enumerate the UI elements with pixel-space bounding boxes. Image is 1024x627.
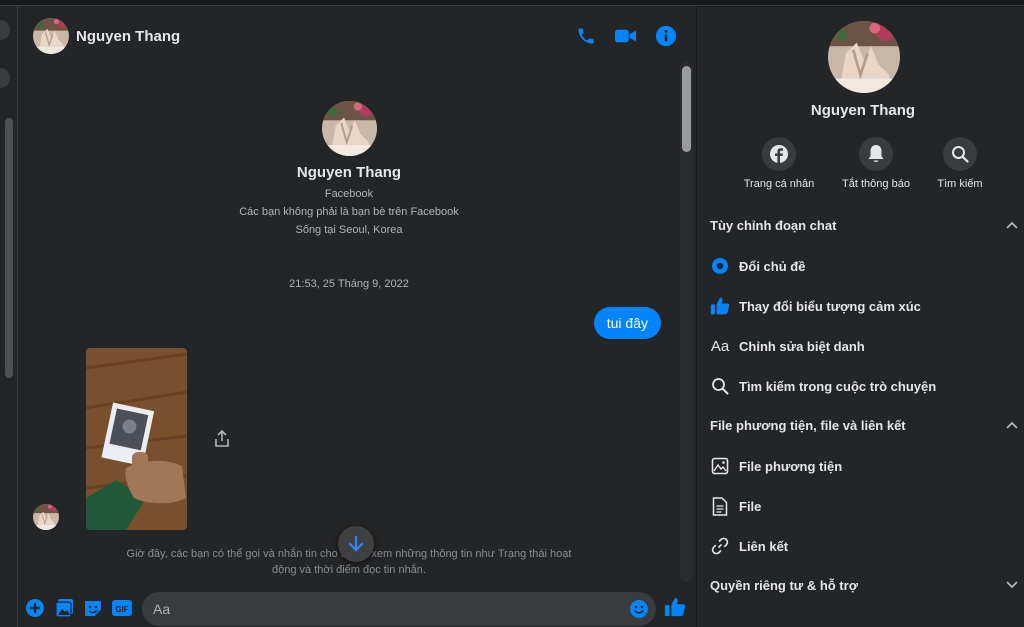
avatar[interactable] [828,21,900,93]
intro-source: Facebook [324,188,374,200]
option-label: Chỉnh sửa biệt danh [739,338,865,354]
file-icon [710,496,730,516]
section-title: Quyền riêng tư & hỗ trợ [710,577,858,593]
section-title: Tùy chỉnh đoạn chat [710,217,837,233]
chat-panel: Nguyen Thang Nguyen Thang Facebook Các b… [18,0,696,627]
sticker-icon[interactable] [83,598,103,618]
option-edit-nickname[interactable]: Aa Chỉnh sửa biệt danh [710,332,1018,360]
option-change-emoji[interactable]: Thay đổi biểu tượng cảm xúc [710,292,1018,320]
left-nav-button[interactable] [0,20,10,40]
share-icon[interactable] [214,429,230,448]
section-customize-chat[interactable]: Tùy chỉnh đoạn chat [710,213,1018,237]
outgoing-message[interactable]: tui đây [593,307,661,339]
like-icon[interactable] [664,596,686,618]
message-list: Nguyen Thang Facebook Các bạn không phải… [18,66,696,580]
search-icon [952,146,969,163]
section-media-files-links[interactable]: File phương tiện, file và liên kết [710,413,1018,437]
avatar[interactable] [33,504,59,530]
option-search-conversation[interactable]: Tìm kiếm trong cuộc trò chuyện [710,372,1018,400]
conversation-list-collapsed [0,0,18,627]
profile-action-label: Trang cá nhân [743,178,815,190]
message-input[interactable] [142,592,656,626]
plus-icon[interactable] [25,598,45,618]
chat-header: Nguyen Thang [18,6,696,66]
message-timestamp: 21:53, 25 Tháng 9, 2022 [289,278,409,290]
intro-name: Nguyen Thang [296,164,402,181]
thumbs-up-icon [710,296,730,316]
search-action-label: Tìm kiếm [937,178,983,190]
details-contact-name: Nguyen Thang [810,102,916,119]
chevron-up-icon [1006,421,1018,429]
gif-icon[interactable]: GIF [111,598,133,618]
media-icon [710,456,730,476]
left-scrollbar[interactable] [5,118,13,378]
search-icon [710,376,730,396]
option-label: File [739,498,762,514]
emoji-icon[interactable] [629,599,649,619]
video-call-icon[interactable] [614,24,638,48]
chevron-up-icon [1006,221,1018,229]
chevron-down-icon [1006,581,1018,589]
option-label: Đổi chủ đề [739,258,806,274]
option-label: Liên kết [739,538,789,554]
conversation-details-panel: Nguyen Thang Trang cá nhân Tắt thông báo… [697,7,1024,627]
section-title: File phương tiện, file và liên kết [710,417,906,433]
avatar[interactable] [322,101,377,156]
nickname-icon: Aa [710,337,730,355]
intro-location: Sống tại Seoul, Korea [295,224,403,236]
link-icon [710,536,730,556]
facebook-icon [770,145,788,163]
option-label: Thay đổi biểu tượng cảm xúc [739,298,921,314]
section-privacy-support[interactable]: Quyền riêng tư & hỗ trợ [710,573,1018,597]
phone-icon[interactable] [574,24,598,48]
image-icon[interactable] [55,598,75,618]
composer: GIF [18,586,696,627]
theme-icon [710,256,730,276]
window-top-bar [0,0,1024,6]
contact-name[interactable]: Nguyen Thang [76,28,180,45]
info-icon[interactable] [654,24,678,48]
search-action[interactable]: Tìm kiếm [915,137,1005,190]
left-nav-button[interactable] [0,68,10,88]
photo-message[interactable] [86,348,187,530]
option-label: Tìm kiếm trong cuộc trò chuyện [739,378,937,394]
option-files[interactable]: File [710,492,1018,520]
profile-action[interactable]: Trang cá nhân [734,137,824,190]
option-links[interactable]: Liên kết [710,532,1018,560]
option-media[interactable]: File phương tiện [710,452,1018,480]
gif-label: GIF [115,605,128,614]
option-label: File phương tiện [739,458,843,474]
intro-friend-status: Các bạn không phải là bạn bè trên Facebo… [239,206,459,218]
mute-action[interactable]: Tắt thông báo [831,137,921,190]
option-change-theme[interactable]: Đổi chủ đề [710,252,1018,280]
scroll-to-bottom-button[interactable] [338,526,374,562]
arrow-down-icon [348,535,364,552]
mute-action-label: Tắt thông báo [842,178,910,190]
avatar[interactable] [33,18,69,54]
bell-icon [868,145,884,162]
